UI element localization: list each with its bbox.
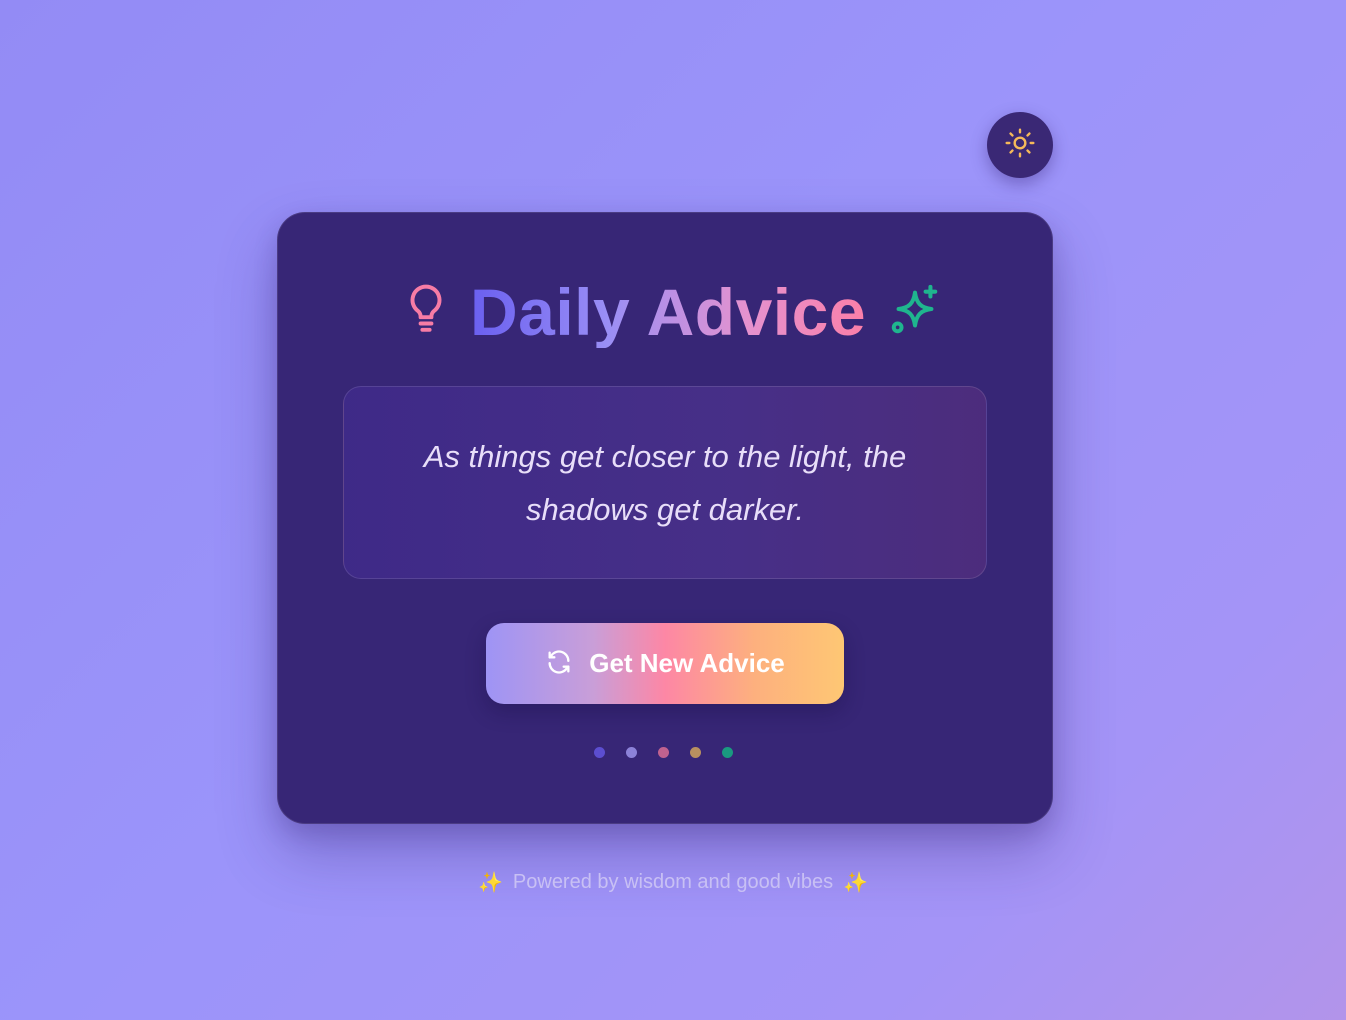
footer: ✨ Powered by wisdom and good vibes ✨ (0, 870, 1346, 895)
get-new-advice-label: Get New Advice (589, 648, 785, 678)
dot-2 (626, 747, 637, 758)
get-new-advice-button[interactable]: Get New Advice (486, 623, 844, 704)
dot-3 (658, 747, 669, 758)
sparkle-emoji-left: ✨ (478, 872, 503, 894)
footer-text: Powered by wisdom and good vibes (512, 871, 834, 893)
page-title: Daily Advice (469, 275, 867, 349)
advice-text: As things get closer to the light, the s… (423, 438, 907, 527)
theme-toggle-button[interactable] (987, 112, 1053, 178)
dot-5 (722, 747, 733, 758)
advice-quote-box: As things get closer to the light, the s… (343, 386, 987, 579)
sparkle-emoji-right: ✨ (843, 872, 868, 894)
refresh-icon (545, 648, 573, 679)
pagination-dots (594, 747, 733, 758)
card-header: Daily Advice (0, 276, 1346, 348)
dot-1 (594, 747, 605, 758)
sun-icon (1004, 127, 1036, 164)
sparkles-icon (888, 283, 942, 342)
lightbulb-icon (404, 283, 448, 342)
dot-4 (690, 747, 701, 758)
